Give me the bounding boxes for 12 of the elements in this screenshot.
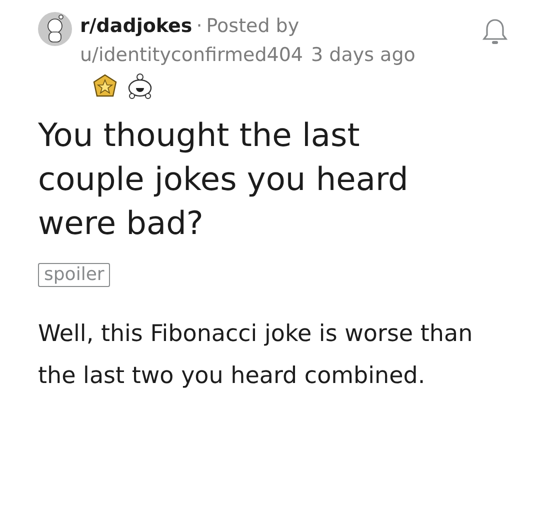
posted-by-label: Posted by bbox=[206, 14, 300, 39]
spoiler-tag: spoiler bbox=[38, 263, 110, 287]
avatar-icon bbox=[38, 12, 72, 46]
separator-dot: · bbox=[196, 14, 202, 39]
blob-award-icon bbox=[126, 73, 154, 99]
author-link[interactable]: u/identityconfirmed404 bbox=[80, 40, 304, 69]
star-award-icon bbox=[92, 73, 118, 99]
post-body: Well, this Fibonacci joke is worse than the last two you heard combined. bbox=[38, 320, 474, 391]
subreddit-link[interactable]: r/dadjokes bbox=[80, 12, 192, 40]
post-title: You thought the last couple jokes you heard were bad? bbox=[38, 115, 410, 244]
notification-bell-icon[interactable] bbox=[482, 18, 508, 46]
post-time: 3 days ago bbox=[311, 42, 416, 68]
